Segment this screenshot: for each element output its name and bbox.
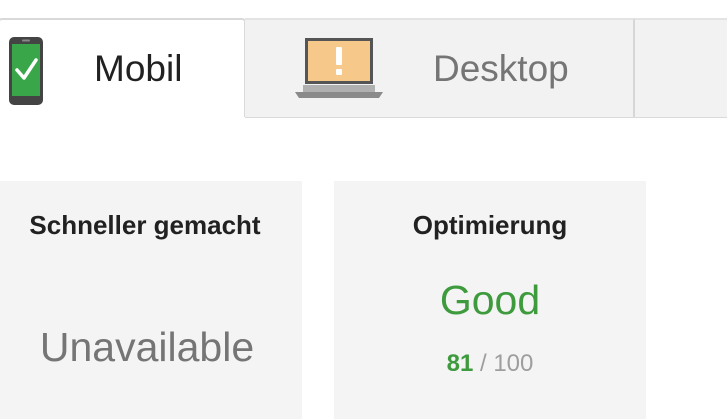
optimization-score-separator: /: [473, 350, 494, 377]
optimization-card-title: Optimierung: [412, 210, 568, 240]
laptop-warning-icon: [295, 38, 383, 98]
tab-mobile[interactable]: Mobil: [0, 18, 246, 117]
optimization-score-value: 81: [446, 350, 474, 377]
speed-card-status: Unavailable: [39, 324, 255, 370]
phone-check-icon: [9, 37, 43, 105]
tab-bar-filler: [635, 18, 727, 117]
optimization-score-max: 100: [493, 350, 534, 377]
tab-desktop[interactable]: Desktop: [245, 18, 635, 117]
tab-mobile-label: Mobil: [94, 48, 183, 89]
speed-card-title: Schneller gemacht: [29, 210, 261, 240]
optimization-card-status: Good: [439, 277, 541, 323]
speed-card: Schneller gemacht Unavailable: [0, 181, 302, 419]
tab-desktop-label: Desktop: [433, 48, 569, 89]
optimization-score: 81 / 100: [334, 349, 646, 379]
optimization-card: Optimierung Good 81 / 100: [334, 181, 646, 419]
pagespeed-results: Mobil Desktop Schneller gemacht Unavaila…: [0, 0, 727, 419]
